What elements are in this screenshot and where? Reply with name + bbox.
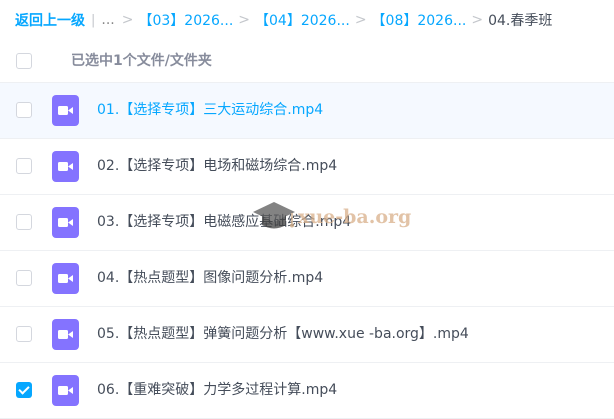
file-name[interactable]: 04.【热点题型】图像问题分析.mp4 [97, 251, 323, 306]
breadcrumb-divider: | [91, 12, 96, 28]
video-file-icon [52, 263, 79, 294]
selection-count: 已选中1个文件/文件夹 [71, 53, 212, 69]
video-file-icon [52, 207, 79, 238]
video-file-icon [52, 375, 79, 406]
file-checkbox[interactable] [16, 102, 32, 118]
file-name[interactable]: 06.【重难突破】力学多过程计算.mp4 [97, 363, 337, 418]
breadcrumb-separator-icon: > [354, 12, 367, 28]
breadcrumb-item[interactable]: 【03】2026... [138, 10, 233, 30]
file-checkbox[interactable] [16, 214, 32, 230]
file-row[interactable]: 05.【热点题型】弹簧问题分析【www.xue -ba.org】.mp4 [0, 307, 614, 363]
breadcrumb-ellipsis[interactable]: ... [101, 12, 114, 28]
file-browser: 返回上一级 | ... > 【03】2026... > 【04】2026... … [0, 0, 614, 419]
video-file-icon [52, 95, 79, 126]
breadcrumb-item[interactable]: 【08】2026... [372, 10, 467, 30]
breadcrumb-current: 04.春季班 [488, 13, 553, 29]
file-name[interactable]: 03.【选择专项】电磁感应基础综合.mp4 [97, 195, 351, 250]
file-checkbox[interactable] [16, 326, 32, 342]
file-checkbox[interactable] [16, 382, 32, 398]
file-name[interactable]: 01.【选择专项】三大运动综合.mp4 [97, 83, 323, 138]
breadcrumb-separator-icon: > [238, 12, 251, 28]
file-row[interactable]: 01.【选择专项】三大运动综合.mp4 [0, 83, 614, 139]
file-row[interactable]: 04.【热点题型】图像问题分析.mp4 [0, 251, 614, 307]
file-row[interactable]: 06.【重难突破】力学多过程计算.mp4 [0, 363, 614, 419]
file-checkbox[interactable] [16, 270, 32, 286]
breadcrumb-item[interactable]: 【04】2026... [255, 10, 350, 30]
breadcrumb-separator-icon: > [471, 12, 484, 28]
breadcrumb: 返回上一级 | ... > 【03】2026... > 【04】2026... … [15, 0, 552, 40]
video-file-icon [52, 151, 79, 182]
select-all-checkbox[interactable] [16, 53, 32, 69]
file-checkbox[interactable] [16, 158, 32, 174]
file-row[interactable]: 02.【选择专项】电场和磁场综合.mp4 [0, 139, 614, 195]
breadcrumb-separator-icon: > [121, 12, 134, 28]
file-row[interactable]: 03.【选择专项】电磁感应基础综合.mp4 [0, 195, 614, 251]
selection-header: 已选中1个文件/文件夹 [0, 40, 614, 83]
file-list: 01.【选择专项】三大运动综合.mp4 02.【选择专项】电场和磁场综合.mp4… [0, 83, 614, 419]
video-file-icon [52, 319, 79, 350]
file-name[interactable]: 02.【选择专项】电场和磁场综合.mp4 [97, 139, 337, 194]
back-link[interactable]: 返回上一级 [15, 10, 85, 30]
file-name[interactable]: 05.【热点题型】弹簧问题分析【www.xue -ba.org】.mp4 [97, 307, 469, 362]
